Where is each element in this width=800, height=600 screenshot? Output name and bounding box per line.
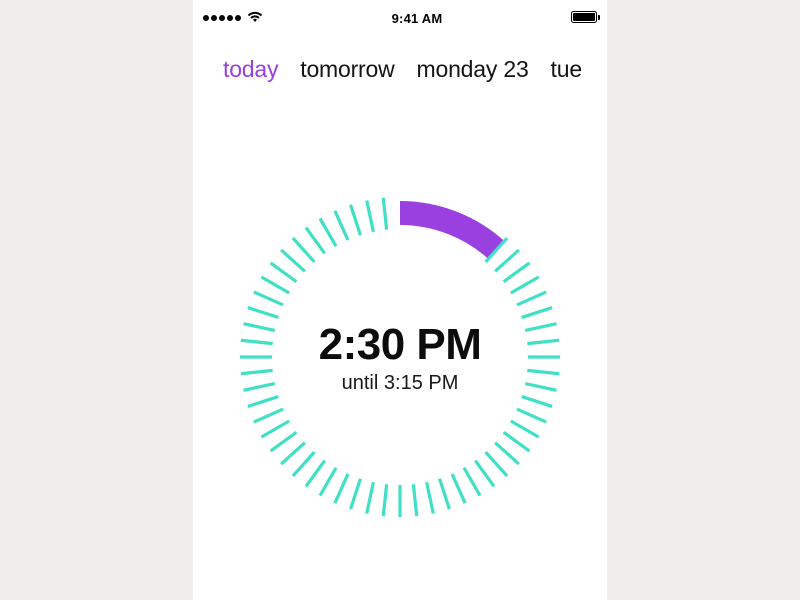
status-left xyxy=(203,11,263,26)
battery-icon xyxy=(571,11,597,26)
status-bar: 9:41 AM xyxy=(193,6,607,30)
until-time: until 3:15 PM xyxy=(342,372,459,395)
time-dial[interactable]: 2:30 PM until 3:15 PM xyxy=(230,187,570,527)
day-tabs: today tomorrow monday 23 tue xyxy=(193,30,607,87)
status-time: 9:41 AM xyxy=(392,11,443,26)
dial-center: 2:30 PM until 3:15 PM xyxy=(230,187,570,527)
tab-tomorrow[interactable]: tomorrow xyxy=(300,56,394,87)
signal-dots-icon xyxy=(203,15,241,21)
selected-time: 2:30 PM xyxy=(319,320,482,370)
wifi-icon xyxy=(247,11,263,26)
tab-monday-23[interactable]: monday 23 xyxy=(417,56,529,87)
tab-tue[interactable]: tue xyxy=(551,56,582,87)
tab-today[interactable]: today xyxy=(223,56,278,87)
phone-screen: 9:41 AM today tomorrow monday 23 tue 2:3… xyxy=(193,0,607,600)
